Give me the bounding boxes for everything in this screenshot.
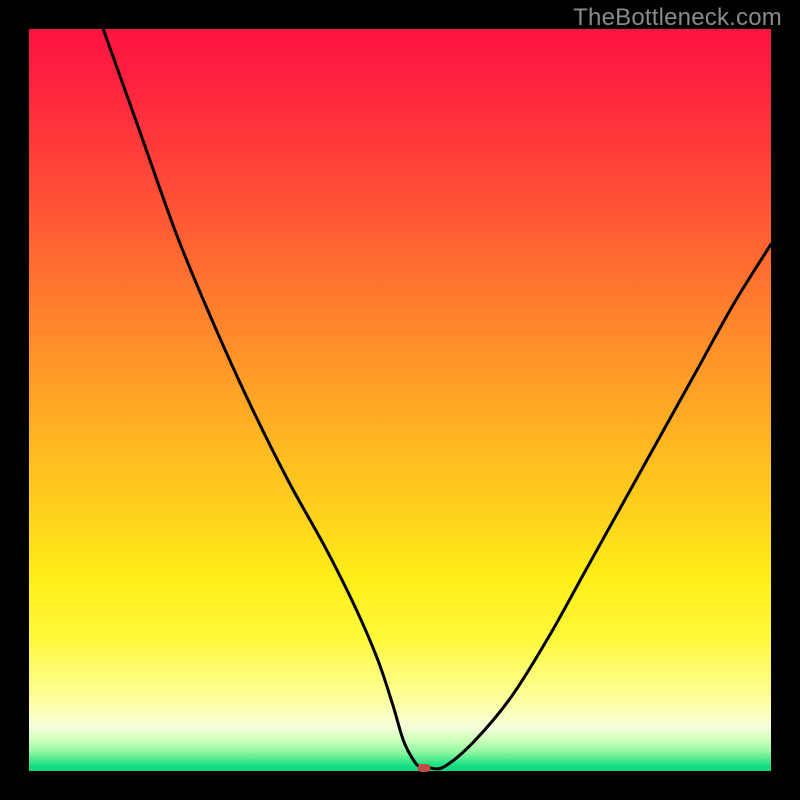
plot-area [29,29,771,771]
curve-path [103,29,771,769]
watermark-text: TheBottleneck.com [573,4,782,32]
optimum-marker [418,764,431,772]
chart-frame: TheBottleneck.com [0,0,800,800]
bottleneck-curve [29,29,771,771]
